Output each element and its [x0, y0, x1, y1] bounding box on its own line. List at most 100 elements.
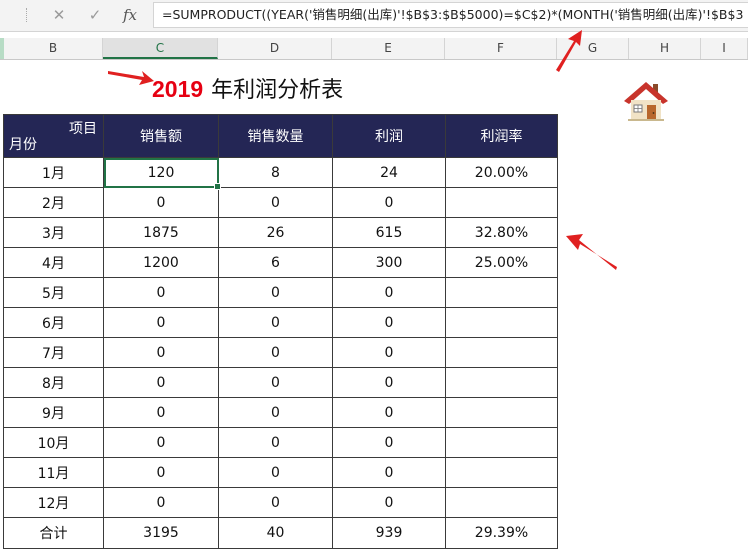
quantity-cell[interactable]: 0 [218, 487, 333, 518]
column-header-c[interactable]: C [103, 38, 218, 59]
sales-cell[interactable]: 0 [103, 277, 219, 308]
sales-cell[interactable]: 0 [103, 367, 219, 398]
profit-rate-cell[interactable]: 32.80% [445, 217, 558, 248]
cancel-icon[interactable]: ✕ [46, 4, 72, 26]
profit-rate-cell[interactable] [445, 397, 558, 428]
quantity-cell[interactable]: 0 [218, 457, 333, 488]
column-header-f[interactable]: F [445, 38, 557, 59]
table-row: 8月 0 0 0 [3, 367, 558, 398]
header-profit[interactable]: 利润 [332, 114, 446, 158]
month-cell[interactable]: 9月 [3, 397, 104, 428]
profit-rate-cell[interactable] [445, 307, 558, 338]
month-cell[interactable]: 合计 [3, 517, 104, 549]
sales-cell[interactable]: 0 [103, 427, 219, 458]
fill-handle[interactable] [214, 183, 221, 190]
month-cell[interactable]: 5月 [3, 277, 104, 308]
quantity-cell[interactable]: 0 [218, 277, 333, 308]
sales-cell[interactable]: 3195 [103, 517, 219, 549]
insert-function-icon[interactable]: fx [117, 4, 143, 26]
month-cell[interactable]: 7月 [3, 337, 104, 368]
month-cell[interactable]: 6月 [3, 307, 104, 338]
header-sales[interactable]: 销售额 [103, 114, 219, 158]
quantity-cell[interactable]: 0 [218, 427, 333, 458]
month-cell[interactable]: 4月 [3, 247, 104, 278]
column-header-b[interactable]: B [4, 38, 103, 59]
sales-cell[interactable]: 0 [103, 187, 219, 218]
sales-cell[interactable]: 0 [103, 457, 219, 488]
profit-cell[interactable]: 0 [332, 397, 446, 428]
table-row: 11月 0 0 0 [3, 457, 558, 488]
table-row: 7月 0 0 0 [3, 337, 558, 368]
quantity-cell[interactable]: 8 [218, 157, 333, 188]
column-header-i[interactable]: I [701, 38, 748, 59]
formula-bar: ✕ ✓ fx =SUMPRODUCT((YEAR('销售明细(出库)'!$B$3… [0, 0, 748, 32]
column-header-d[interactable]: D [218, 38, 332, 59]
formula-bar-grip [26, 8, 29, 22]
profit-cell[interactable]: 24 [332, 157, 446, 188]
quantity-cell[interactable]: 26 [218, 217, 333, 248]
month-cell[interactable]: 3月 [3, 217, 104, 248]
profit-rate-cell[interactable] [445, 187, 558, 218]
profit-cell[interactable]: 0 [332, 487, 446, 518]
profit-rate-cell[interactable]: 29.39% [445, 517, 558, 549]
profit-rate-cell[interactable]: 25.00% [445, 247, 558, 278]
table-row: 合计 3195 40 939 29.39% [3, 517, 558, 549]
sheet-title: 2019 年利润分析表 [152, 72, 343, 106]
formula-input[interactable]: =SUMPRODUCT((YEAR('销售明细(出库)'!$B$3:$B$500… [153, 2, 748, 28]
table-row: 4月 1200 6 300 25.00% [3, 247, 558, 278]
arrow-pointer-table [566, 234, 617, 270]
profit-cell[interactable]: 0 [332, 367, 446, 398]
sales-cell[interactable]: 0 [103, 397, 219, 428]
profit-rate-cell[interactable] [445, 277, 558, 308]
profit-rate-cell[interactable] [445, 367, 558, 398]
sales-cell[interactable]: 1200 [103, 247, 219, 278]
month-cell[interactable]: 1月 [3, 157, 104, 188]
profit-cell[interactable]: 939 [332, 517, 446, 549]
profit-cell[interactable]: 300 [332, 247, 446, 278]
corner-label-month: 月份 [9, 137, 37, 153]
table-header-row: 项目 月份 销售额 销售数量 利润 利润率 [3, 114, 558, 158]
month-cell[interactable]: 10月 [3, 427, 104, 458]
quantity-cell[interactable]: 0 [218, 307, 333, 338]
profit-rate-cell[interactable] [445, 427, 558, 458]
column-header-e[interactable]: E [332, 38, 445, 59]
header-profit-rate[interactable]: 利润率 [445, 114, 558, 158]
sales-cell[interactable]: 0 [103, 487, 219, 518]
profit-cell[interactable]: 0 [332, 427, 446, 458]
table-row: 6月 0 0 0 [3, 307, 558, 338]
active-cell[interactable]: 120 [103, 157, 221, 190]
profit-rate-cell[interactable] [445, 487, 558, 518]
quantity-cell[interactable]: 0 [218, 367, 333, 398]
sales-cell[interactable]: 0 [103, 337, 219, 368]
profit-rate-cell[interactable] [445, 457, 558, 488]
profit-cell[interactable]: 0 [332, 457, 446, 488]
header-quantity[interactable]: 销售数量 [218, 114, 333, 158]
table-row: 9月 0 0 0 [3, 397, 558, 428]
sales-cell[interactable]: 0 [103, 307, 219, 338]
quantity-cell[interactable]: 0 [218, 337, 333, 368]
table-row: 1月 120 8 24 20.00% [3, 157, 558, 190]
month-cell[interactable]: 11月 [3, 457, 104, 488]
profit-cell[interactable]: 0 [332, 307, 446, 338]
sales-cell[interactable]: 1875 [103, 217, 219, 248]
month-cell[interactable]: 8月 [3, 367, 104, 398]
column-header-h[interactable]: H [629, 38, 701, 59]
table-body: 1月 120 8 24 20.00% 2月 0 0 0 3月 1875 26 615 32.80% 4月 12… [3, 157, 558, 549]
table-row: 12月 0 0 0 [3, 487, 558, 518]
header-corner-cell[interactable]: 项目 月份 [3, 114, 104, 158]
quantity-cell[interactable]: 6 [218, 247, 333, 278]
profit-rate-cell[interactable] [445, 337, 558, 368]
profit-cell[interactable]: 0 [332, 337, 446, 368]
month-cell[interactable]: 2月 [3, 187, 104, 218]
quantity-cell[interactable]: 40 [218, 517, 333, 549]
quantity-cell[interactable]: 0 [218, 397, 333, 428]
profit-rate-cell[interactable]: 20.00% [445, 157, 558, 188]
month-cell[interactable]: 12月 [3, 487, 104, 518]
profit-cell[interactable]: 0 [332, 277, 446, 308]
quantity-cell[interactable]: 0 [218, 187, 333, 218]
arrow-pointer-formula [556, 30, 582, 72]
profit-cell[interactable]: 0 [332, 187, 446, 218]
house-icon[interactable] [622, 80, 670, 122]
confirm-icon[interactable]: ✓ [82, 4, 108, 26]
profit-cell[interactable]: 615 [332, 217, 446, 248]
